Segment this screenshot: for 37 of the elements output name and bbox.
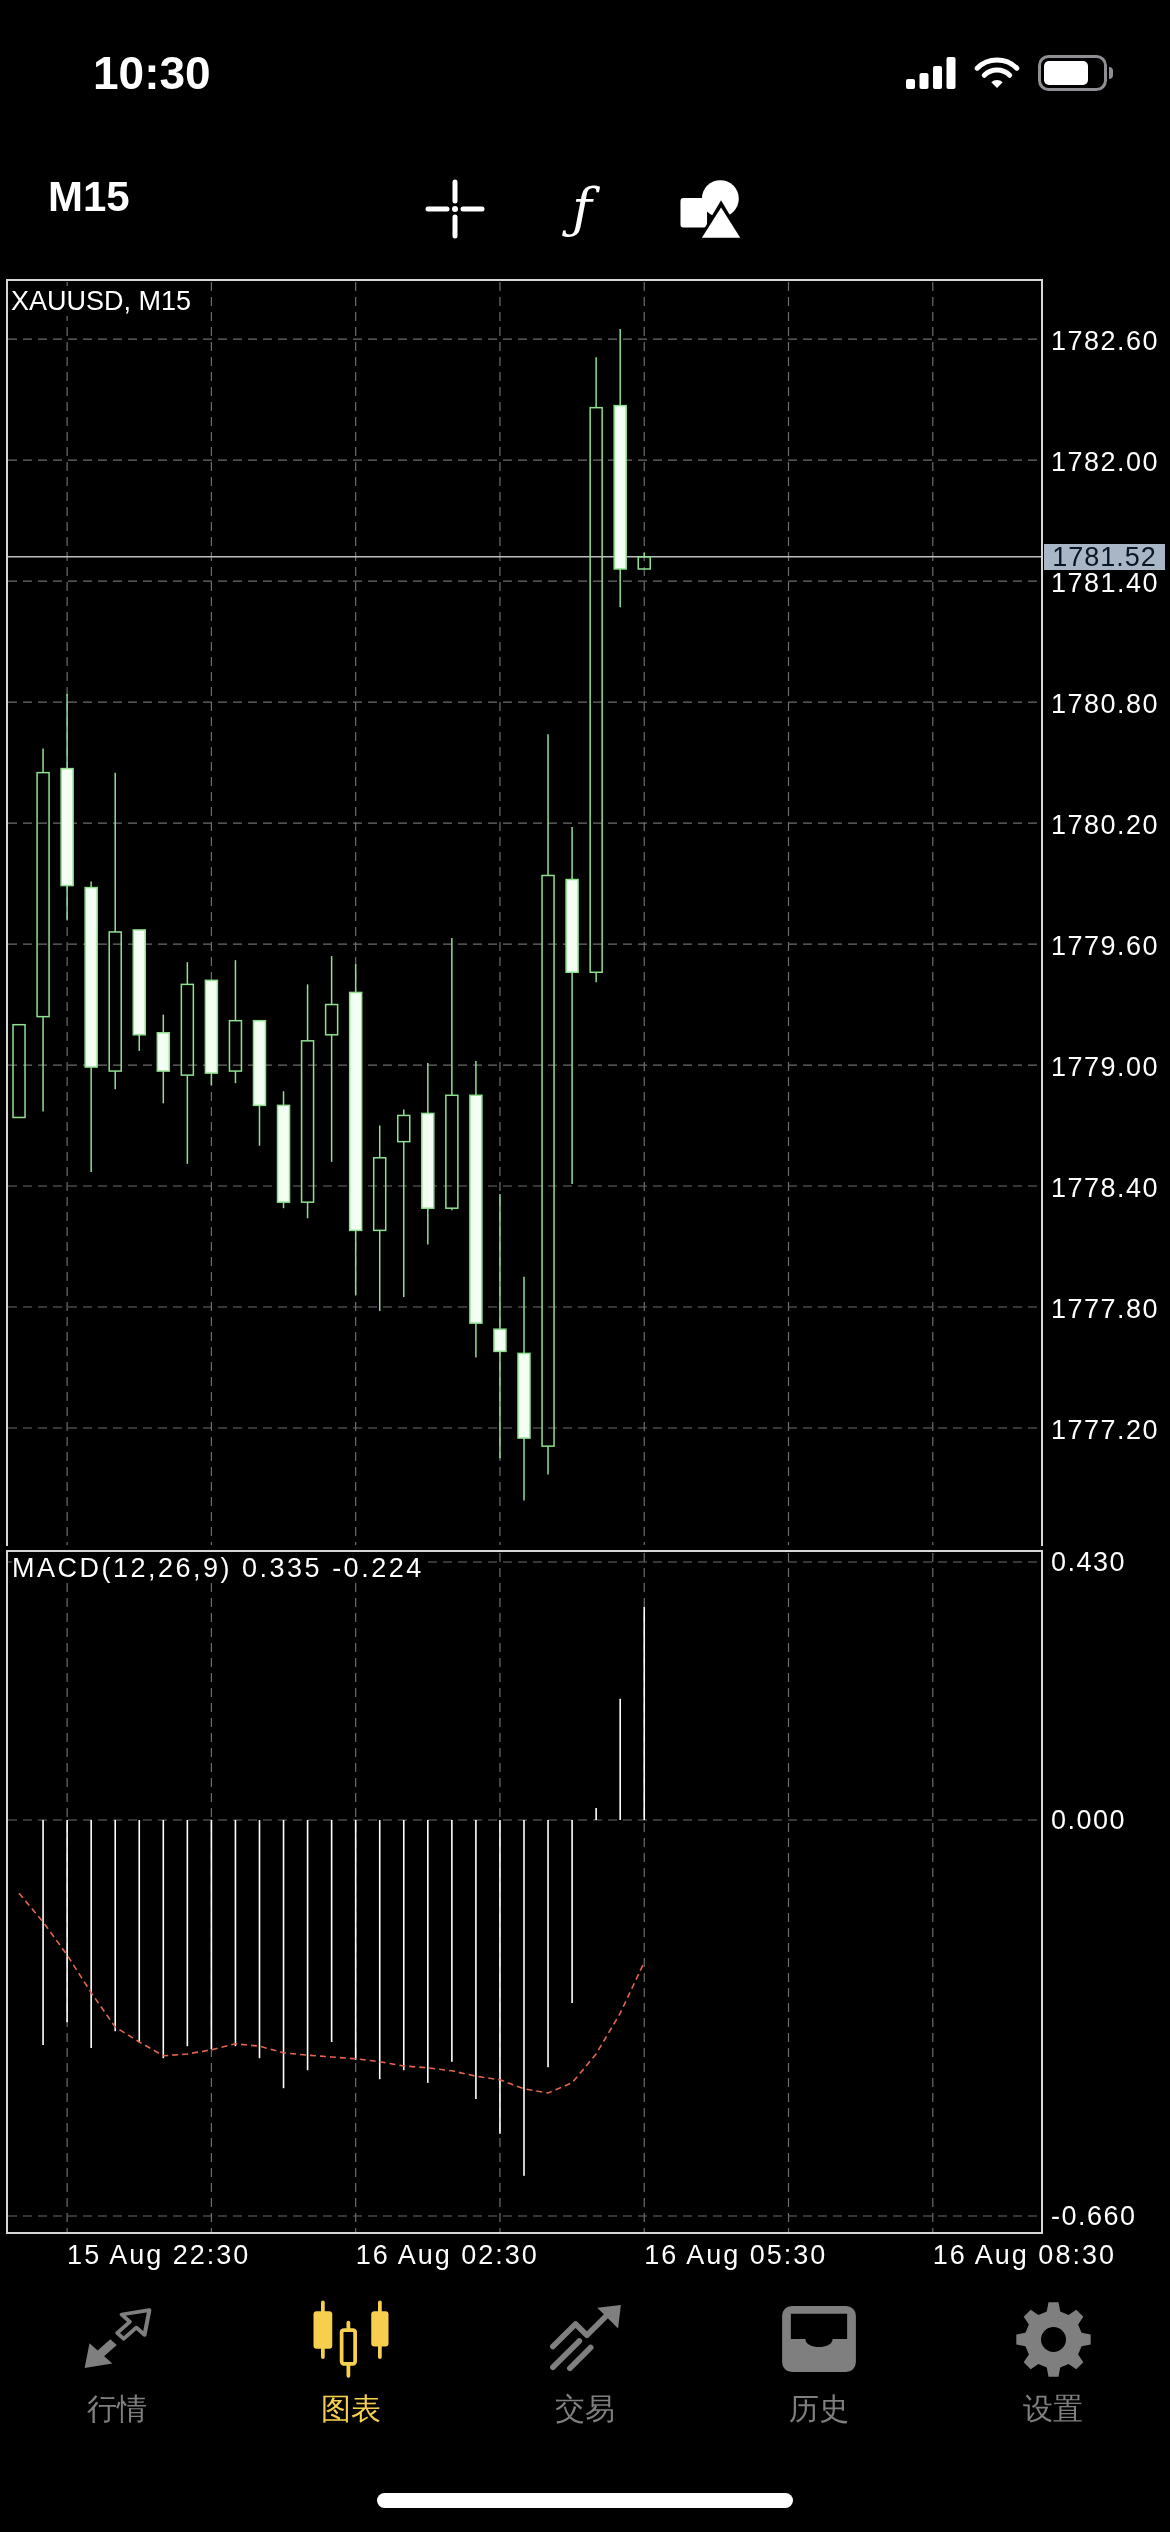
indicator-axis-label: 0.000 [1051,1808,1127,1832]
candlestick [637,552,651,570]
price-axis-label: 1782.00 [1051,450,1160,475]
tray-icon [781,2306,857,2372]
price-axis-label: 1778.40 [1051,1176,1160,1200]
tab-bar-item[interactable]: 行情 [0,2290,234,2433]
tab-bar-item[interactable]: 交易 [468,2290,702,2433]
indicator-axis-label: -0.660 [1051,2204,1137,2228]
price-axis-label: 1781.40 [1051,571,1160,596]
status-time: 10:30 [93,46,211,101]
price-axis-label: 1777.80 [1051,1297,1160,1321]
price-axis-label: 1777.20 [1051,1418,1160,1442]
indicator-label: MACD(12,26,9) 0.335 -0.224 [12,1553,424,1583]
price-axis-label: 1779.60 [1051,934,1160,959]
time-axis-label: 16 Aug 02:30 [355,2239,539,2271]
price-axis-label: 1780.20 [1051,813,1160,838]
tab-bar-item[interactable]: 历史 [702,2290,936,2433]
function-button[interactable]: ƒ [553,177,611,241]
time-axis-label: 16 Aug 05:30 [644,2239,828,2271]
price-axis-label: 1782.60 [1051,329,1160,354]
battery-icon [1038,55,1114,91]
shapes-icon[interactable] [679,179,741,239]
tab-bar-item[interactable]: 图表 [234,2290,468,2433]
timeframe-button[interactable]: M15 [48,172,130,222]
signal-icon [906,57,956,89]
candlestick-icon [312,2300,390,2378]
indicator-axis-label: 0.430 [1051,1550,1127,1574]
trend-arrow-icon [547,2305,623,2373]
current-price-tag: 1781.52 [1044,543,1165,570]
price-axis-label: 1779.00 [1051,1055,1160,1080]
gear-icon [1014,2300,1092,2378]
wifi-icon [973,56,1021,90]
price-axis-label: 1780.80 [1051,692,1160,717]
crosshair-icon[interactable] [425,179,485,239]
tab-bar-item[interactable]: 设置 [936,2290,1170,2433]
time-axis-label: 15 Aug 22:30 [67,2239,251,2271]
time-axis-label: 16 Aug 08:30 [932,2239,1116,2271]
